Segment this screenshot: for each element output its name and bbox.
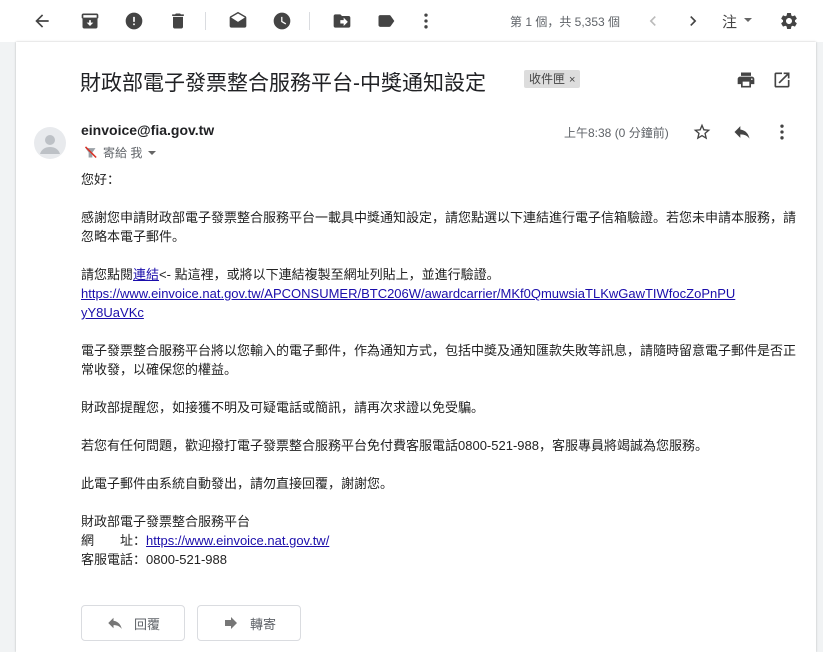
toolbar-divider xyxy=(309,12,310,30)
signature-phone: 客服電話：0800-521-988 xyxy=(81,552,227,567)
sender-email[interactable]: einvoice@fia.gov.tw xyxy=(81,122,214,138)
delete-icon[interactable] xyxy=(167,10,189,32)
input-tools-button[interactable]: 注 xyxy=(722,11,737,32)
reply-button[interactable]: 回覆 xyxy=(81,605,185,641)
verification-url[interactable]: https://www.einvoice.nat.gov.tw/APCONSUM… xyxy=(81,284,735,322)
chevron-down-icon[interactable] xyxy=(744,18,752,22)
avatar[interactable] xyxy=(34,127,66,159)
signature-site-link[interactable]: https://www.einvoice.nat.gov.tw/ xyxy=(146,533,329,548)
body-paragraph-5: 若您有任何問題，歡迎撥打電子發票整合服務平台免付費客服電話0800-521-98… xyxy=(81,438,708,453)
chevron-right-icon[interactable] xyxy=(682,10,704,32)
print-icon[interactable] xyxy=(735,69,757,91)
mark-unread-icon[interactable] xyxy=(227,10,249,32)
star-icon[interactable] xyxy=(691,121,713,143)
default-avatar-icon xyxy=(40,135,60,154)
more-vert-icon[interactable] xyxy=(771,121,793,143)
move-to-icon[interactable] xyxy=(331,10,353,32)
para2-prefix: 請您點閱 xyxy=(81,267,134,282)
body-paragraph-1: 感謝您申請財政部電子發票整合服務平台一載具中獎通知設定，請您點選以下連結進行電子… xyxy=(81,210,797,244)
recipient-line: 寄給 我 xyxy=(83,144,157,161)
gear-icon[interactable] xyxy=(778,10,800,32)
email-timestamp: 上午8:38 (0 分鐘前) xyxy=(564,126,669,140)
unverified-sender-icon xyxy=(84,146,97,159)
body-paragraph-3: 電子發票整合服務平台將以您輸入的電子郵件，作為通知方式，包括中獎及通知匯款失敗等… xyxy=(81,343,797,377)
body-paragraph-2: 請您點閱連結<- 點這裡，或將以下連結複製至網址列貼上，並進行驗證。 xyxy=(81,265,500,284)
verification-link[interactable]: 連結 xyxy=(133,267,159,282)
reply-icon xyxy=(108,617,122,629)
open-in-new-window-icon[interactable] xyxy=(771,69,793,91)
label-icon[interactable] xyxy=(375,10,397,32)
more-vert-icon[interactable] xyxy=(415,10,437,32)
body-paragraph-6: 此電子郵件由系統自動發出，請勿直接回覆，謝謝您。 xyxy=(81,476,394,491)
toolbar: 第 1 個，共 5,353 個 注 xyxy=(0,0,823,42)
reply-button-label: 回覆 xyxy=(133,616,160,632)
recipient-text: 寄給 我 xyxy=(103,146,143,160)
forward-button[interactable]: 轉寄 xyxy=(197,605,301,641)
reply-icon[interactable] xyxy=(731,121,753,143)
signature-name: 財政部電子發票整合服務平台 xyxy=(81,514,251,529)
toolbar-divider xyxy=(205,12,206,30)
label-text: 收件匣 xyxy=(529,72,566,86)
forward-icon xyxy=(224,617,237,629)
report-spam-icon[interactable] xyxy=(123,10,145,32)
email-view: 財政部電子發票整合服務平台-中獎通知設定 收件匣 × einvoice@fia.g… xyxy=(16,42,816,652)
pager-count: 第 1 個，共 5,353 個 xyxy=(510,15,621,29)
email-subject: 財政部電子發票整合服務平台-中獎通知設定 xyxy=(80,72,486,95)
archive-icon[interactable] xyxy=(79,10,101,32)
body-paragraph-4: 財政部提醒您，如接獲不明及可疑電話或簡訊，請再次求證以免受騙。 xyxy=(81,400,485,415)
remove-label-icon[interactable]: × xyxy=(569,74,575,86)
greeting: 您好： xyxy=(81,172,121,187)
chevron-down-icon[interactable] xyxy=(148,150,157,155)
para2-suffix: <- 點這裡，或將以下連結複製至網址列貼上，並進行驗證。 xyxy=(159,267,500,282)
inbox-label-chip[interactable]: 收件匣 × xyxy=(524,70,581,88)
verification-url-line1: https://www.einvoice.nat.gov.tw/APCONSUM… xyxy=(81,286,736,301)
verification-url-line2: yY8UaVKc xyxy=(81,305,144,320)
signature-site: 網 址：https://www.einvoice.nat.gov.tw/ xyxy=(81,531,329,550)
chevron-left-icon[interactable] xyxy=(642,10,664,32)
forward-button-label: 轉寄 xyxy=(249,616,276,632)
back-arrow-icon[interactable] xyxy=(31,10,53,32)
signature-site-label: 網 址： xyxy=(81,533,147,548)
snooze-icon[interactable] xyxy=(271,10,293,32)
